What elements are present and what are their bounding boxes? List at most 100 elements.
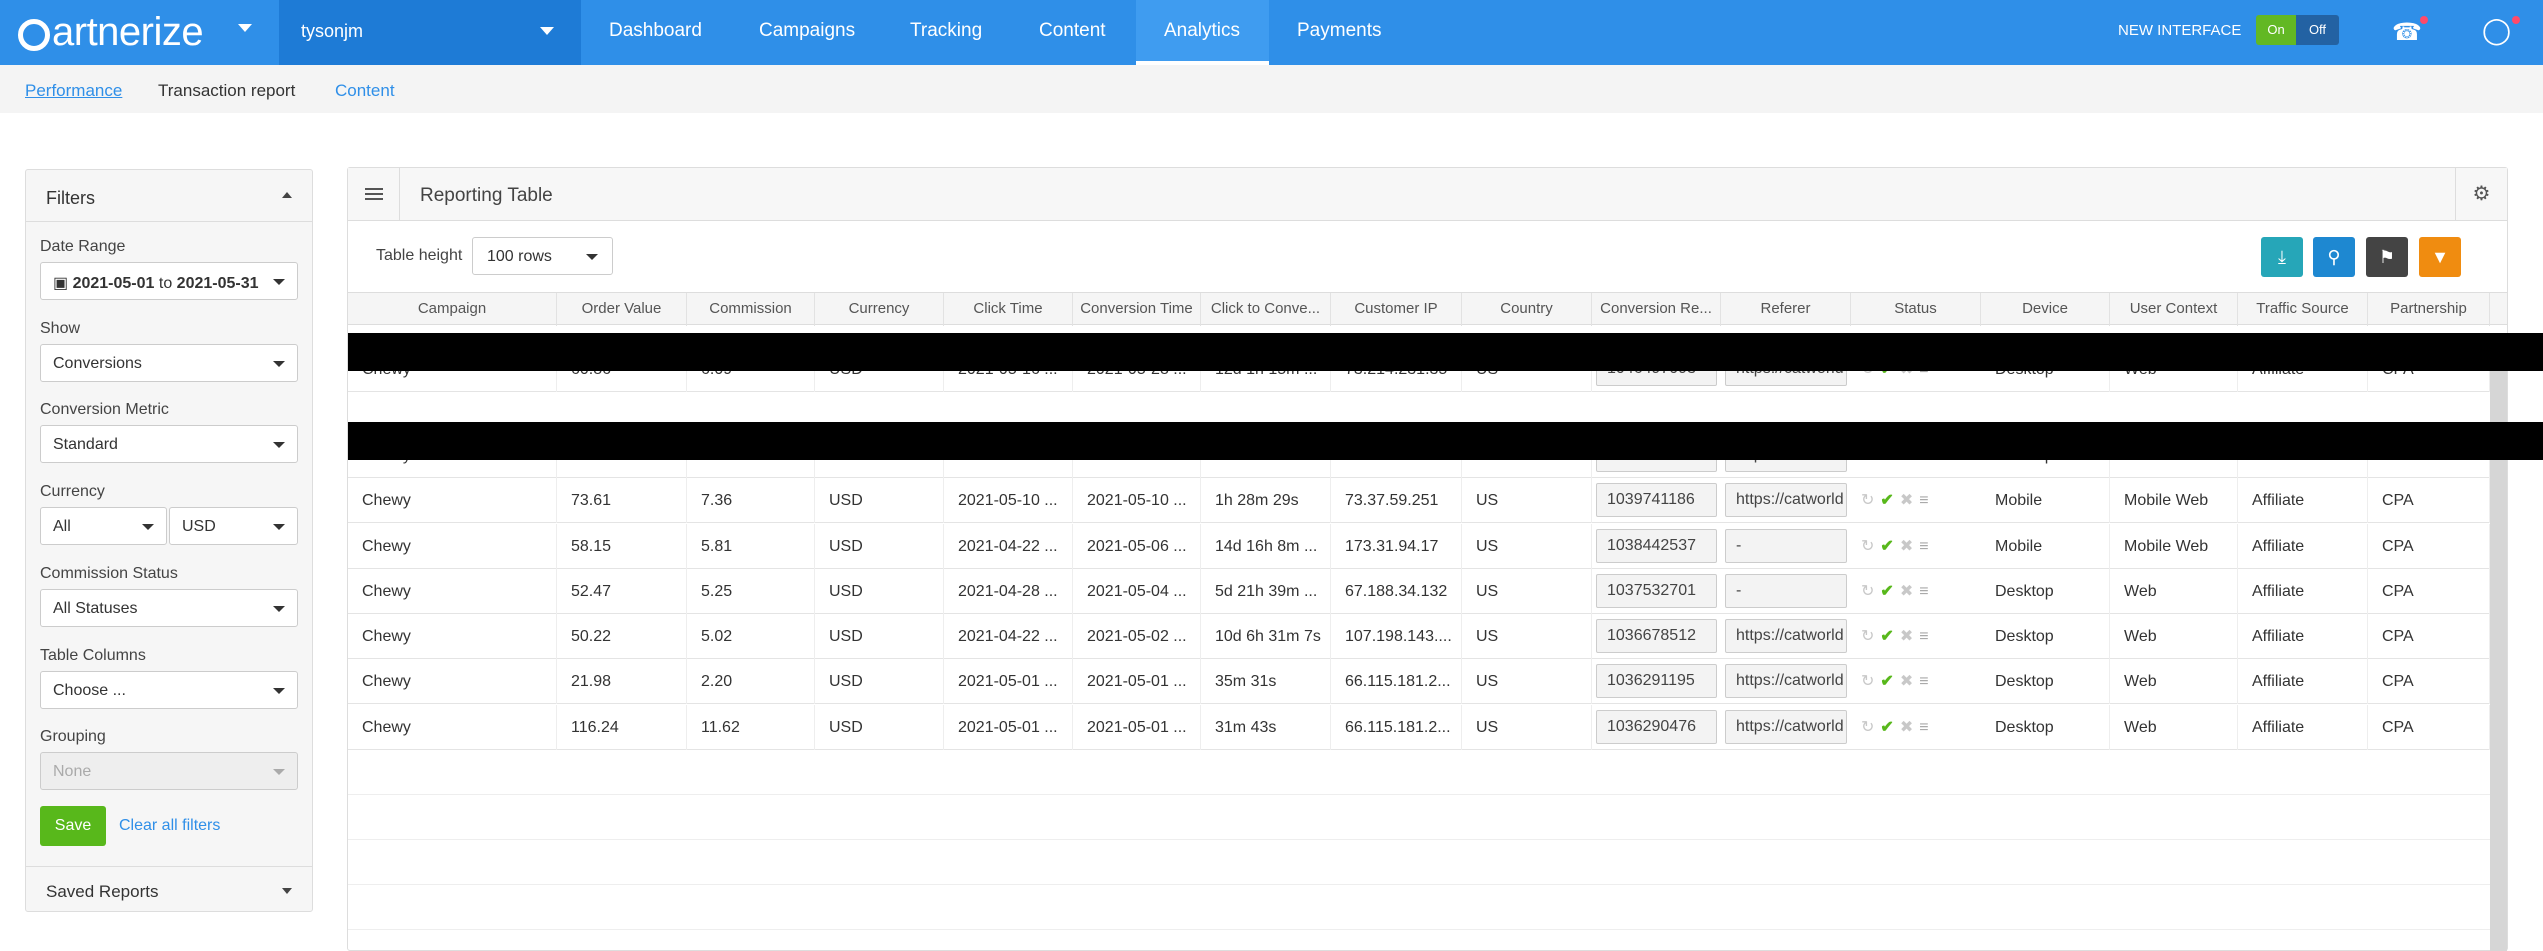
toggle-off[interactable]: Off xyxy=(2296,15,2339,45)
table-row[interactable]: Chewy 50.22 5.02 USD 2021-04-22 ... 2021-05-0… xyxy=(348,614,2490,659)
subnav-transaction-report[interactable]: Transaction report xyxy=(158,81,295,101)
referer-field[interactable]: - xyxy=(1725,574,1847,608)
table-row[interactable]: Chewy 116.24 11.62 USD 2021-05-01 ... 2021-05… xyxy=(348,705,2490,750)
column-header[interactable]: Currency xyxy=(815,293,944,326)
table-columns-select[interactable]: Choose ... xyxy=(40,671,298,709)
search-button[interactable]: ⚲ xyxy=(2313,237,2355,277)
refresh-icon[interactable]: ↻ xyxy=(1861,583,1874,600)
menu-icon[interactable]: ≡ xyxy=(1919,628,1928,645)
referer-field[interactable]: https://catworld xyxy=(1725,710,1847,744)
column-header[interactable]: Click Time xyxy=(944,293,1073,326)
new-interface-toggle[interactable]: On Off xyxy=(2256,15,2339,45)
table-row[interactable]: Chewy 58.15 5.81 USD 2021-04-22 ... 2021-05-0… xyxy=(348,524,2490,569)
referer-field[interactable]: https://catworld xyxy=(1725,483,1847,517)
toggle-on[interactable]: On xyxy=(2256,15,2296,45)
account-switcher[interactable]: tysonjm xyxy=(279,0,581,65)
approve-icon[interactable]: ✔ xyxy=(1880,719,1893,736)
date-range-picker[interactable]: ▣ 2021-05-01 to 2021-05-31 xyxy=(40,262,298,300)
reject-icon[interactable]: ✖ xyxy=(1900,538,1913,555)
tags-button[interactable]: ⚑ xyxy=(2366,237,2408,277)
currency-scope-select[interactable]: All xyxy=(40,507,167,545)
column-header[interactable]: Order Value xyxy=(557,293,687,326)
column-header[interactable]: Conversion Time xyxy=(1073,293,1201,326)
reject-icon[interactable]: ✖ xyxy=(1900,492,1913,509)
menu-icon[interactable]: ≡ xyxy=(1919,673,1928,690)
conversion-ref-field[interactable]: 1037532701 xyxy=(1596,574,1717,608)
chevron-down-icon[interactable] xyxy=(238,24,252,32)
column-header[interactable]: Device xyxy=(1981,293,2110,326)
menu-icon[interactable]: ≡ xyxy=(1919,583,1928,600)
column-header[interactable]: Commission xyxy=(687,293,815,326)
table-row[interactable]: Chewy 52.47 5.25 USD 2021-04-28 ... 2021-05-0… xyxy=(348,569,2490,614)
filters-header[interactable]: Filters xyxy=(26,170,312,222)
currency-label: Currency xyxy=(40,483,105,500)
chevron-up-icon[interactable] xyxy=(282,192,292,198)
approve-icon[interactable]: ✔ xyxy=(1880,492,1893,509)
nav-dashboard[interactable]: Dashboard xyxy=(581,0,730,65)
column-header[interactable]: User Context xyxy=(2110,293,2238,326)
conversion-metric-select[interactable]: Standard xyxy=(40,425,298,463)
currency-select[interactable]: USD xyxy=(169,507,298,545)
subnav-performance[interactable]: Performance xyxy=(25,81,122,101)
table-cell: Web xyxy=(2110,705,2238,750)
approve-icon[interactable]: ✔ xyxy=(1880,628,1893,645)
column-header[interactable]: Customer IP xyxy=(1331,293,1462,326)
download-button[interactable]: ⤓ xyxy=(2261,237,2303,277)
reject-icon[interactable]: ✖ xyxy=(1900,673,1913,690)
column-header[interactable]: Click to Conve... xyxy=(1201,293,1331,326)
nav-payments[interactable]: Payments xyxy=(1269,0,1409,65)
column-header[interactable]: Conversion Re... xyxy=(1592,293,1721,326)
approve-icon[interactable]: ✔ xyxy=(1880,673,1893,690)
referer-field[interactable]: https://catworld xyxy=(1725,619,1847,653)
table-row[interactable]: Chewy 21.98 2.20 USD 2021-05-01 ... 2021-05-0… xyxy=(348,659,2490,704)
conversion-ref-field[interactable]: 1038442537 xyxy=(1596,529,1717,563)
status-actions: ↻ ✔ ✖ ≡ xyxy=(1861,569,1935,614)
column-header[interactable]: Referer xyxy=(1721,293,1851,326)
empty-row xyxy=(348,885,2490,930)
list-icon[interactable] xyxy=(348,168,400,220)
conversion-ref-field[interactable]: 1036678512 xyxy=(1596,619,1717,653)
notifications-icon[interactable]: ☎ xyxy=(2392,18,2422,47)
reject-icon[interactable]: ✖ xyxy=(1900,583,1913,600)
reject-icon[interactable]: ✖ xyxy=(1900,719,1913,736)
filter-button[interactable]: ▼ xyxy=(2419,237,2461,277)
nav-campaigns[interactable]: Campaigns xyxy=(731,0,883,65)
reject-icon[interactable]: ✖ xyxy=(1900,628,1913,645)
column-header[interactable]: Country xyxy=(1462,293,1592,326)
saved-reports-header[interactable]: Saved Reports xyxy=(26,866,312,912)
nav-tracking[interactable]: Tracking xyxy=(882,0,1010,65)
column-header[interactable]: Traffic Source xyxy=(2238,293,2368,326)
gear-icon[interactable]: ⚙ xyxy=(2455,168,2507,220)
save-button[interactable]: Save xyxy=(40,806,106,846)
menu-icon[interactable]: ≡ xyxy=(1919,492,1928,509)
approve-icon[interactable]: ✔ xyxy=(1880,583,1893,600)
column-header[interactable]: Status xyxy=(1851,293,1981,326)
lightbulb-icon[interactable]: ◯ xyxy=(2482,15,2511,46)
reporting-table-title: Reporting Table xyxy=(420,185,553,206)
menu-icon[interactable]: ≡ xyxy=(1919,719,1928,736)
clear-filters-link[interactable]: Clear all filters xyxy=(119,817,220,835)
nav-content[interactable]: Content xyxy=(1011,0,1134,65)
subnav-content[interactable]: Content xyxy=(335,81,395,101)
refresh-icon[interactable]: ↻ xyxy=(1861,719,1874,736)
commission-status-select[interactable]: All Statuses xyxy=(40,589,298,627)
conversion-ref-field[interactable]: 1039741186 xyxy=(1596,483,1717,517)
table-height-select[interactable]: 100 rows xyxy=(472,237,613,275)
referer-field[interactable]: https://catworld xyxy=(1725,664,1847,698)
approve-icon[interactable]: ✔ xyxy=(1880,538,1893,555)
partnerize-logo[interactable]: artnerize xyxy=(18,10,204,54)
table-row[interactable]: Chewy 73.61 7.36 USD 2021-05-10 ... 2021-05-1… xyxy=(348,478,2490,523)
conversion-ref-field[interactable]: 1036291195 xyxy=(1596,664,1717,698)
refresh-icon[interactable]: ↻ xyxy=(1861,492,1874,509)
show-select[interactable]: Conversions xyxy=(40,344,298,382)
refresh-icon[interactable]: ↻ xyxy=(1861,673,1874,690)
referer-field[interactable]: - xyxy=(1725,529,1847,563)
conversion-ref-field[interactable]: 1036290476 xyxy=(1596,710,1717,744)
menu-icon[interactable]: ≡ xyxy=(1919,538,1928,555)
refresh-icon[interactable]: ↻ xyxy=(1861,628,1874,645)
column-header[interactable]: Campaign xyxy=(348,293,557,326)
table-cell: Web xyxy=(2110,614,2238,659)
column-header[interactable]: Partnership xyxy=(2368,293,2490,326)
refresh-icon[interactable]: ↻ xyxy=(1861,538,1874,555)
nav-analytics[interactable]: Analytics xyxy=(1136,0,1269,65)
